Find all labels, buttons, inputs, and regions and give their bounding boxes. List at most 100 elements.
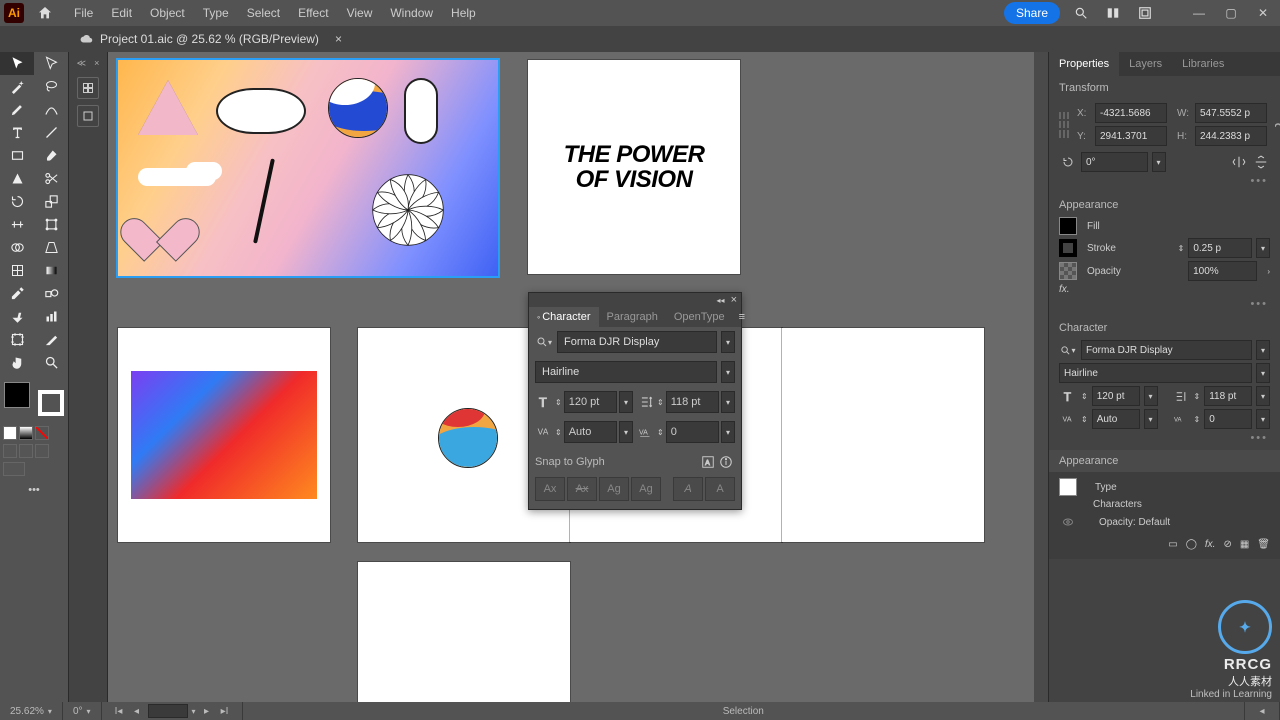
transform-y[interactable]: 2941.3701: [1095, 126, 1167, 146]
shape-triangle[interactable]: [138, 80, 198, 135]
graph-tool[interactable]: [34, 305, 68, 328]
kerning-field[interactable]: Auto: [564, 421, 617, 443]
opacity-swatch[interactable]: [1059, 262, 1077, 280]
symbol-sprayer-tool[interactable]: [0, 305, 34, 328]
rp-kerning-stepper[interactable]: ⇕: [1081, 415, 1088, 424]
shape-brushstroke[interactable]: [253, 159, 275, 244]
font-search-icon[interactable]: ▾: [535, 333, 553, 351]
color-mode-solid[interactable]: [3, 426, 17, 440]
magic-wand-tool[interactable]: [0, 75, 34, 98]
rp-font-family-drop[interactable]: ▾: [1256, 340, 1270, 360]
glyph-btn-4[interactable]: Ag: [631, 477, 661, 501]
edit-toolbar-icon[interactable]: •••: [0, 478, 68, 501]
opacity-expand-icon[interactable]: ›: [1267, 267, 1270, 276]
type-swatch[interactable]: [1059, 478, 1077, 496]
transform-x[interactable]: -4321.5686: [1095, 103, 1167, 123]
zoom-value[interactable]: 25.62%: [10, 706, 44, 717]
panel-close-icon[interactable]: ×: [731, 294, 737, 306]
arrange-icon[interactable]: [1102, 4, 1124, 22]
visibility-icon[interactable]: [1059, 513, 1077, 531]
reference-point-grid[interactable]: [1059, 112, 1069, 138]
screen-mode[interactable]: [3, 462, 25, 476]
ap2-btn-4[interactable]: ▦: [1240, 539, 1249, 550]
direct-selection-tool[interactable]: [34, 52, 68, 75]
rp-kerning[interactable]: Auto: [1092, 409, 1140, 429]
zoom-drop[interactable]: ▾: [48, 707, 52, 716]
perspective-tool[interactable]: [34, 236, 68, 259]
free-transform-tool[interactable]: [34, 213, 68, 236]
ap2-btn-3[interactable]: ⊘: [1223, 539, 1231, 550]
font-style-field[interactable]: Hairline: [535, 361, 717, 383]
fill-stroke-swatch[interactable]: [2, 380, 66, 418]
shaper-tool[interactable]: [0, 167, 34, 190]
snap-info-icon[interactable]: [717, 453, 735, 471]
width-tool[interactable]: [0, 213, 34, 236]
leading-stepper[interactable]: ⇕: [657, 398, 664, 407]
appearance-more[interactable]: •••: [1059, 298, 1270, 310]
artboard-prev-icon[interactable]: ◂: [130, 704, 144, 718]
rp-leading[interactable]: 118 pt: [1204, 386, 1252, 406]
menu-view[interactable]: View: [339, 2, 381, 24]
artboard-last-icon[interactable]: ▸I: [218, 704, 232, 718]
transform-more[interactable]: •••: [1059, 175, 1270, 187]
shape-ball-2[interactable]: [438, 408, 498, 468]
workspace-icon[interactable]: [1134, 4, 1156, 22]
rp-font-style-drop[interactable]: ▾: [1256, 363, 1270, 383]
fx-icon[interactable]: fx.: [1059, 284, 1070, 295]
panel-collapse-icon[interactable]: ◂◂: [717, 296, 725, 305]
strip-close-icon[interactable]: ×: [94, 58, 99, 69]
rp-font-family[interactable]: Forma DJR Display: [1081, 340, 1252, 360]
scissors-tool[interactable]: [34, 167, 68, 190]
tab-properties[interactable]: Properties: [1049, 52, 1119, 76]
flip-h-icon[interactable]: [1230, 153, 1248, 171]
artboard-1[interactable]: [118, 60, 498, 276]
lasso-tool[interactable]: [34, 75, 68, 98]
artboard-tool[interactable]: [0, 328, 34, 351]
minimize-icon[interactable]: —: [1188, 4, 1210, 22]
rp-font-size[interactable]: 120 pt: [1092, 386, 1140, 406]
glyph-btn-6[interactable]: A: [705, 477, 735, 501]
selection-tool[interactable]: [0, 52, 34, 75]
hscroll-left[interactable]: ◂: [1255, 704, 1269, 718]
artboard-drop[interactable]: ▾: [192, 707, 196, 716]
paintbrush-tool[interactable]: [34, 144, 68, 167]
blend-tool[interactable]: [34, 282, 68, 305]
font-size-drop[interactable]: ▾: [619, 391, 633, 413]
fill-swatch[interactable]: [4, 382, 30, 408]
zoom-tool[interactable]: [34, 351, 68, 374]
gradient-rect[interactable]: [131, 371, 317, 499]
tab-character[interactable]: ◦Character: [529, 307, 599, 327]
color-mode-gradient[interactable]: [19, 426, 33, 440]
rp-leading-drop[interactable]: ▾: [1256, 386, 1270, 406]
artboard-3[interactable]: [118, 328, 330, 542]
ap2-trash-icon[interactable]: 🗑: [1257, 539, 1270, 550]
menu-select[interactable]: Select: [239, 2, 288, 24]
tracking-field[interactable]: 0: [666, 421, 719, 443]
search-icon[interactable]: [1070, 4, 1092, 22]
rotate-drop-status[interactable]: ▾: [87, 707, 91, 716]
shape-ball[interactable]: [328, 78, 388, 138]
rp-font-style[interactable]: Hairline: [1059, 363, 1252, 383]
ap2-btn-1[interactable]: ▭: [1168, 539, 1177, 550]
rp-size-stepper[interactable]: ⇕: [1081, 392, 1088, 401]
ap2-btn-2[interactable]: ◯: [1186, 539, 1197, 550]
mesh-tool[interactable]: [0, 259, 34, 282]
strip-collapse-icon[interactable]: ≪: [77, 58, 86, 69]
artboard-next-icon[interactable]: ▸: [200, 704, 214, 718]
rectangle-tool[interactable]: [0, 144, 34, 167]
link-wh-icon[interactable]: [1275, 111, 1280, 138]
color-mode-none[interactable]: [35, 426, 49, 440]
artboard-num[interactable]: [148, 704, 188, 718]
scale-tool[interactable]: [34, 190, 68, 213]
ap2-fx[interactable]: fx.: [1205, 539, 1216, 550]
stroke-stepper[interactable]: ⇕: [1178, 244, 1185, 253]
menu-window[interactable]: Window: [382, 2, 441, 24]
fill-swatch-prop[interactable]: [1059, 217, 1077, 235]
tab-opentype[interactable]: OpenType: [666, 307, 733, 327]
shape-builder-tool[interactable]: [0, 236, 34, 259]
view-rotate[interactable]: 0°: [73, 706, 83, 717]
close-window-icon[interactable]: ✕: [1252, 4, 1274, 22]
rp-font-size-drop[interactable]: ▾: [1144, 386, 1158, 406]
gradient-tool[interactable]: [34, 259, 68, 282]
close-tab-icon[interactable]: ×: [335, 32, 342, 46]
